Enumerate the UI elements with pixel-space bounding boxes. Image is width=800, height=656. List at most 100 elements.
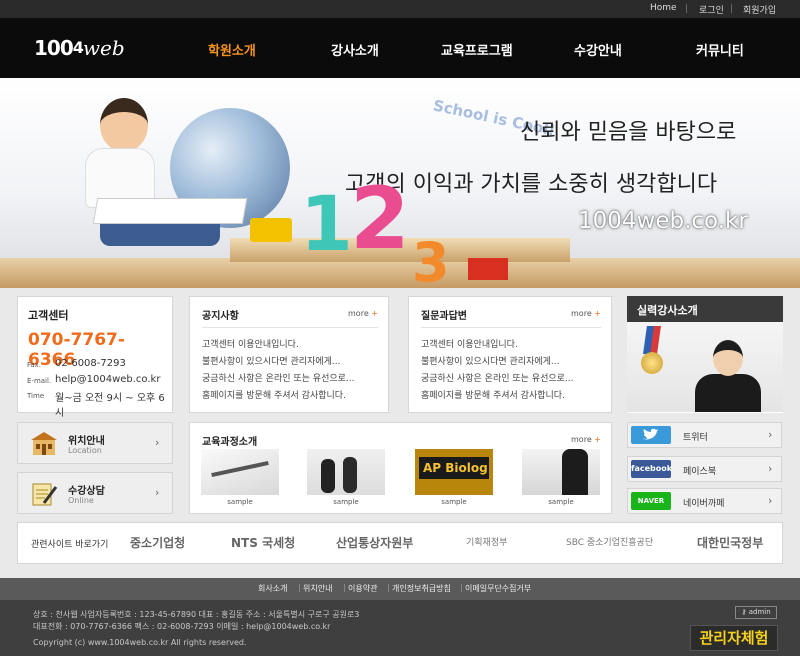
qna-item[interactable]: 홈페이지를 방문해 주셔서 감사합니다. [421, 388, 565, 401]
divider [731, 4, 732, 13]
course-thumbnail-businessman[interactable] [522, 449, 600, 495]
naver-icon: NAVER [631, 492, 671, 510]
customer-center-box: 고객센터 070-7767-6366 Fax. 02-6008-7293 E-m… [17, 296, 173, 419]
courses-more-link[interactable]: more + [571, 435, 601, 444]
footer-link[interactable]: 이용약관 [348, 583, 377, 594]
email-label: E-mail. [27, 377, 52, 385]
notice-item[interactable]: 궁금하신 사항은 온라인 또는 유선으로... [202, 371, 355, 384]
fax-label: Fax. [27, 361, 42, 369]
main-navigation: 1004web 학원소개 강사소개 교육프로그램 수강안내 커뮤니티 [0, 18, 800, 78]
nav-item-instructors[interactable]: 강사소개 [331, 40, 379, 59]
related-site-link[interactable]: 대한민국정부 [697, 534, 763, 551]
more-label: more [348, 309, 369, 318]
consult-subtitle: Online [68, 496, 94, 505]
pencil-icon [211, 461, 269, 477]
fax-number: 02-6008-7293 [55, 358, 126, 369]
more-label: more [571, 309, 592, 318]
course-caption: sample [441, 498, 467, 506]
book-image [92, 198, 248, 224]
related-site-link[interactable]: NTS 국세청 [231, 534, 295, 551]
hero-banner: School is Cool! 신뢰와 믿음을 바탕으로 고객의 이익과 가치를… [0, 78, 800, 288]
plus-icon: + [371, 309, 378, 318]
courses-box: 교육과정소개 more + sample sample AP Biolog sa… [189, 422, 612, 514]
contact-info: 대표전화 : 070-7767-6366 팩스 : 02-6008-7293 이… [33, 622, 331, 631]
more-label: more [571, 435, 592, 444]
email-address: help@1004web.co.kr [55, 374, 161, 385]
hero-slogan-line1: 신뢰와 믿음을 바탕으로 [520, 120, 737, 145]
footer-link[interactable]: 회사소개 [258, 583, 287, 594]
twitter-label: 트위터 [683, 433, 708, 443]
toy-truck-image [250, 218, 292, 242]
footer-link[interactable]: 위치안내 [303, 583, 332, 594]
qna-item[interactable]: 고객센터 이용안내입니다. [421, 337, 518, 350]
qna-item[interactable]: 궁금하신 사항은 온라인 또는 유선으로... [421, 371, 574, 384]
facebook-button[interactable]: facebook 페이스북 › [627, 456, 782, 482]
student-figure [343, 457, 357, 493]
child-image [100, 98, 148, 152]
nav-item-programs[interactable]: 교육프로그램 [441, 40, 513, 59]
qna-item[interactable]: 불편사항이 있으시다면 관리자에게... [421, 354, 560, 367]
top-utility-bar: Home 로그인 회원가입 [0, 0, 800, 18]
lego-brick-image [468, 258, 508, 280]
related-site-link[interactable]: 중소기업청 [130, 534, 185, 551]
lecturer-title: 실력강사소개 [627, 296, 783, 322]
logo-number: 100 [34, 36, 74, 60]
twitter-button[interactable]: 트위터 › [627, 422, 782, 448]
notice-item[interactable]: 고객센터 이용안내입니다. [202, 337, 299, 350]
divider [202, 327, 378, 328]
chevron-right-icon: › [155, 436, 160, 449]
course-caption: sample [548, 498, 574, 506]
notice-item[interactable]: 홈페이지를 방문해 주셔서 감사합니다. [202, 388, 346, 401]
related-site-link[interactable]: SBC 중소기업진흥공단 [566, 535, 653, 548]
logo-four: 4 [72, 38, 84, 57]
customer-center-title: 고객센터 [28, 309, 69, 322]
copyright: Copyright (c) www.1004web.co.kr All righ… [33, 638, 247, 647]
nav-item-academy-intro[interactable]: 학원소개 [208, 40, 256, 59]
notepad-pencil-icon [32, 483, 58, 506]
nav-item-enrollment[interactable]: 수강안내 [574, 40, 622, 59]
logo-web: web [82, 36, 125, 60]
number-two-block: 2 [350, 169, 410, 269]
qna-more-link[interactable]: more + [571, 309, 601, 318]
course-thumbnail-book[interactable]: AP Biolog [415, 449, 493, 495]
chevron-right-icon: › [768, 462, 773, 475]
notice-more-link[interactable]: more + [348, 309, 378, 318]
number-three-block: 3 [412, 231, 450, 289]
course-caption: sample [227, 498, 253, 506]
location-subtitle: Location [68, 446, 102, 455]
footer-link[interactable]: 이메일무단수집거부 [465, 583, 531, 594]
twitter-icon [631, 426, 671, 444]
footer-link[interactable]: 개인정보취급방침 [392, 583, 451, 594]
qna-board: 질문과답변 more + 고객센터 이용안내입니다. 불편사항이 있으시다면 관… [408, 296, 612, 413]
signup-link[interactable]: 회원가입 [743, 3, 776, 16]
site-logo[interactable]: 1004web [34, 34, 125, 62]
medal-ribbon-icon [643, 326, 661, 354]
home-link[interactable]: Home [650, 3, 677, 13]
building-icon [31, 432, 57, 455]
notice-board: 공지사항 more + 고객센터 이용안내입니다. 불편사항이 있으시다면 관리… [189, 296, 389, 413]
related-site-link[interactable]: 기획재정부 [466, 535, 507, 548]
consult-button[interactable]: 수강상담 Online › [17, 472, 173, 514]
course-thumbnail-pencil[interactable] [201, 449, 279, 495]
admin-login-button[interactable]: ⚷ admin [735, 606, 777, 619]
key-icon: ⚷ [741, 608, 747, 616]
related-site-link[interactable]: 산업통상자원부 [336, 534, 413, 551]
student-figure [321, 459, 335, 493]
login-link[interactable]: 로그인 [699, 3, 724, 16]
plus-icon: + [594, 435, 601, 444]
footer-links-bar: 회사소개 | 위치안내 | 이용약관 | 개인정보취급방침 | 이메일무단수집거… [0, 578, 800, 600]
plus-icon: + [594, 309, 601, 318]
course-thumbnail-students[interactable] [307, 449, 385, 495]
admin-label: admin [748, 608, 771, 616]
related-sites-title: 관련사이트 바로가기 [31, 540, 109, 550]
nav-item-community[interactable]: 커뮤니티 [696, 40, 744, 59]
notice-item[interactable]: 불편사항이 있으시다면 관리자에게... [202, 354, 341, 367]
admin-experience-button[interactable]: 관리자체험 [690, 625, 778, 651]
chevron-right-icon: › [768, 428, 773, 441]
location-button[interactable]: 위치안내 Location › [17, 422, 173, 464]
naver-cafe-button[interactable]: NAVER 네이버까페 › [627, 488, 782, 514]
lecturer-suit [695, 374, 761, 412]
related-sites-bar: 관련사이트 바로가기 중소기업청 NTS 국세청 산업통상자원부 기획재정부 S… [17, 522, 783, 564]
consult-title: 수강상담 [68, 486, 105, 497]
lecturer-intro-box[interactable]: 실력강사소개 [627, 296, 783, 413]
